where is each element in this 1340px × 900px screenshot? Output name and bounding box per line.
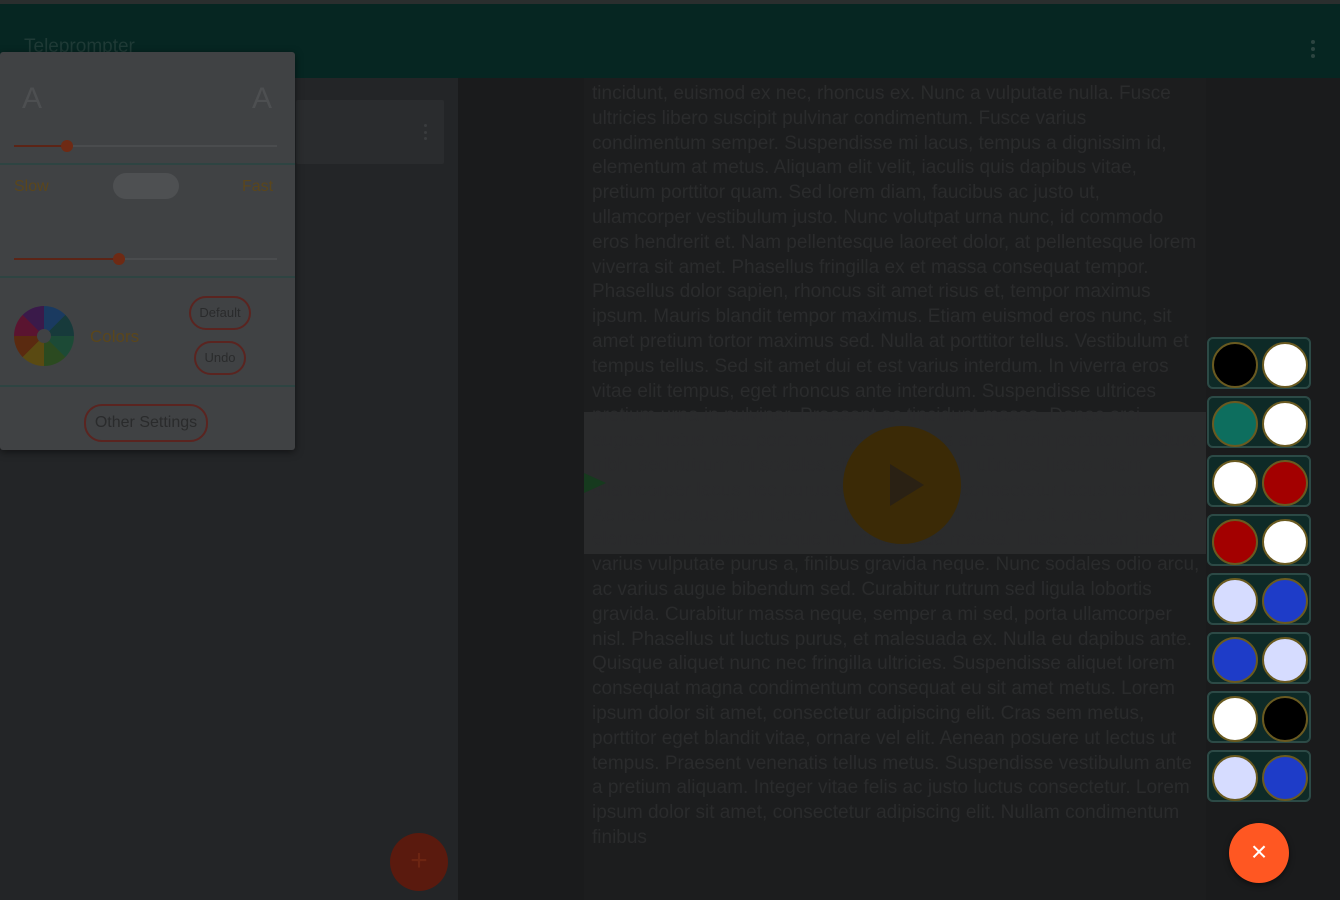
- settings-popup: A A Slow Fast Colors Default Undo Other …: [0, 52, 295, 450]
- speed-slider-thumb[interactable]: [113, 253, 126, 265]
- scheme-text-swatch: [1262, 578, 1308, 624]
- speed-toggle[interactable]: [113, 173, 179, 199]
- scheme-text-swatch: [1262, 401, 1308, 447]
- divider: [0, 276, 295, 278]
- font-size-large-icon: A: [252, 82, 273, 115]
- font-size-slider-thumb[interactable]: [60, 140, 73, 152]
- speed-slider-fill: [14, 258, 120, 260]
- font-size-small-icon: A: [22, 82, 43, 115]
- scheme-background-swatch: [1212, 755, 1258, 801]
- script-list-item[interactable]: [296, 100, 444, 164]
- color-scheme-option[interactable]: [1207, 514, 1311, 566]
- colors-label: Colors: [90, 327, 140, 346]
- scheme-text-swatch: [1262, 519, 1308, 565]
- color-scheme-option[interactable]: [1207, 337, 1311, 389]
- scheme-background-swatch: [1212, 578, 1258, 624]
- color-wheel-icon[interactable]: [14, 306, 74, 366]
- scheme-text-swatch: [1262, 342, 1308, 388]
- speed-slow-label: Slow: [14, 178, 49, 195]
- undo-colors-button[interactable]: Undo: [194, 341, 246, 375]
- reading-marker-icon: [584, 473, 606, 493]
- scheme-background-swatch: [1212, 696, 1258, 742]
- scheme-text-swatch: [1262, 696, 1308, 742]
- default-colors-button[interactable]: Default: [189, 296, 251, 330]
- scheme-text-swatch: [1262, 637, 1308, 683]
- close-icon[interactable]: ×: [1229, 823, 1289, 883]
- play-icon: [890, 464, 924, 506]
- color-scheme-option[interactable]: [1207, 396, 1311, 448]
- scheme-background-swatch: [1212, 637, 1258, 683]
- scheme-text-swatch: [1262, 755, 1308, 801]
- scheme-background-swatch: [1212, 401, 1258, 447]
- play-button[interactable]: [843, 426, 961, 544]
- add-script-button[interactable]: +: [390, 833, 448, 891]
- other-settings-button[interactable]: Other Settings: [84, 404, 208, 442]
- overflow-menu-icon[interactable]: [1310, 40, 1316, 58]
- divider: [0, 163, 295, 165]
- color-scheme-option[interactable]: [1207, 455, 1311, 507]
- scheme-background-swatch: [1212, 342, 1258, 388]
- color-scheme-option[interactable]: [1207, 750, 1311, 802]
- color-scheme-option[interactable]: [1207, 632, 1311, 684]
- font-size-slider-fill: [14, 145, 67, 147]
- divider: [0, 385, 295, 387]
- color-scheme-option[interactable]: [1207, 573, 1311, 625]
- scheme-background-swatch: [1212, 460, 1258, 506]
- more-vert-icon[interactable]: [424, 124, 428, 140]
- scheme-text-swatch: [1262, 460, 1308, 506]
- speed-fast-label: Fast: [242, 178, 274, 195]
- scheme-background-swatch: [1212, 519, 1258, 565]
- app-root: Teleprompter + tincidunt, euismod ex nec…: [0, 0, 1340, 900]
- color-scheme-option[interactable]: [1207, 691, 1311, 743]
